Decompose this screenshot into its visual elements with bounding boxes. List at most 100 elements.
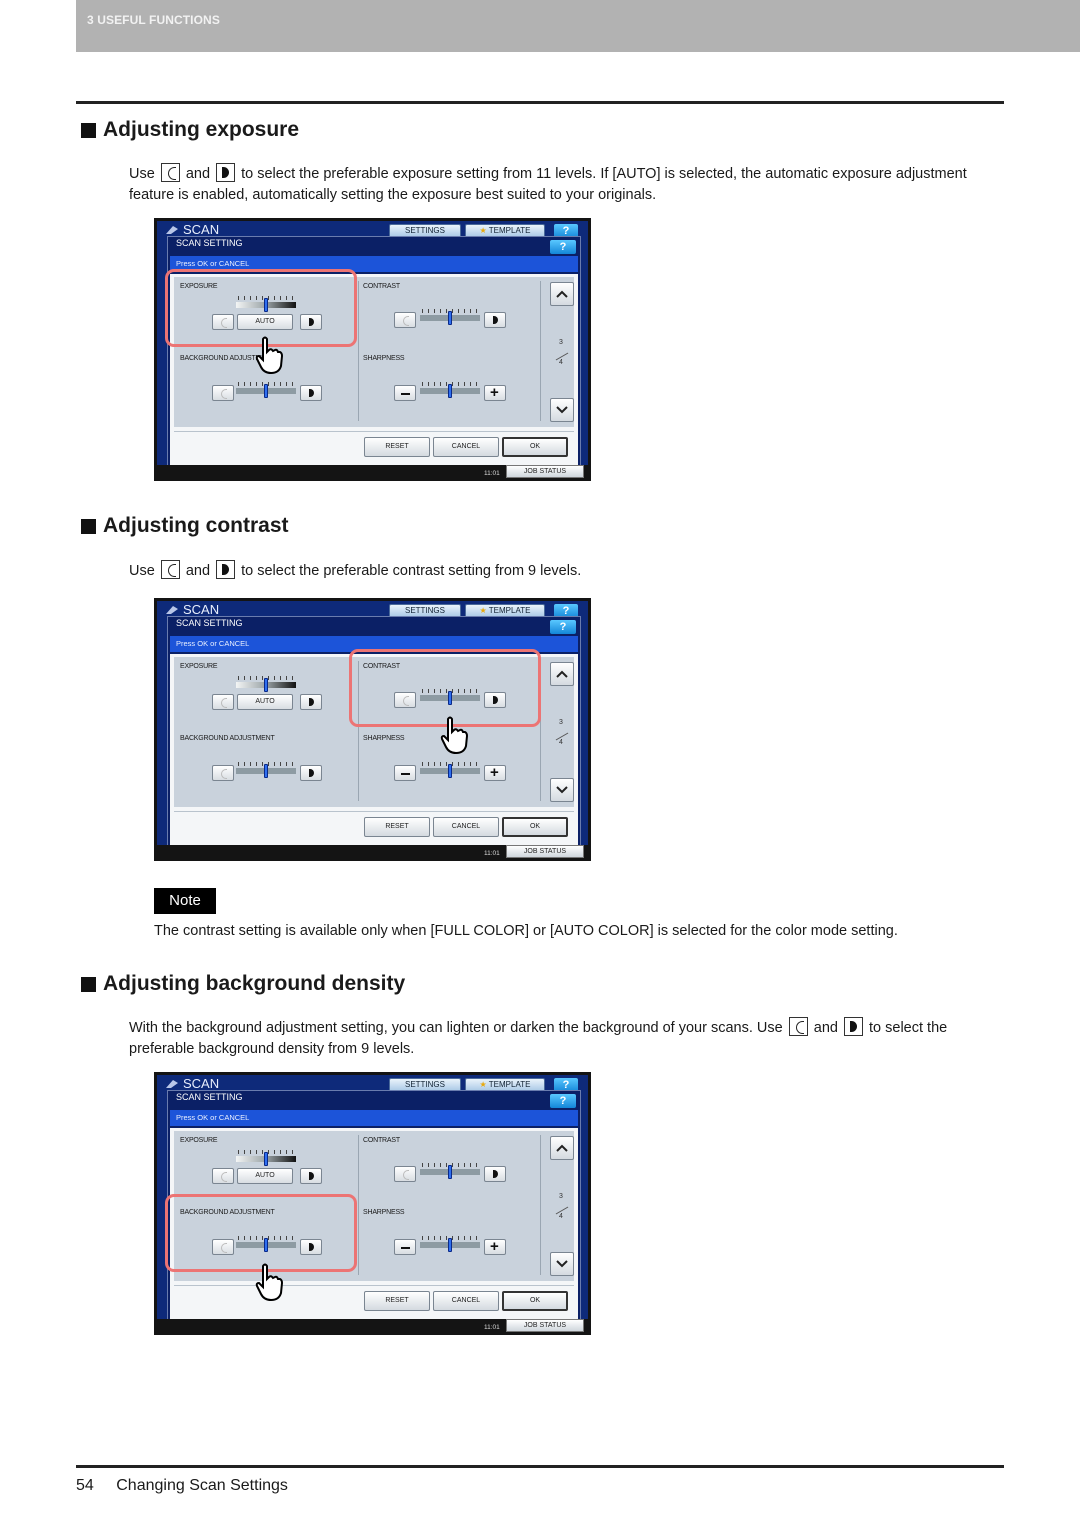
- lighter-icon: [160, 560, 180, 579]
- sharpness-ticks: [422, 382, 482, 386]
- background-ticks: [238, 762, 298, 766]
- dialog-help-button[interactable]: ?: [550, 620, 576, 634]
- star-icon: ★: [479, 226, 489, 235]
- template-label: TEMPLATE: [488, 606, 531, 615]
- exposure-lighter-button[interactable]: [212, 694, 234, 710]
- sharpness-label: SHARPNESS: [363, 355, 405, 362]
- star-icon: ★: [479, 606, 489, 615]
- divider: [174, 1285, 574, 1286]
- lighter-icon: [160, 163, 180, 182]
- para-text: With the background adjustment setting, …: [129, 1020, 783, 1036]
- exposure-darker-button[interactable]: [300, 1168, 322, 1184]
- page-down-button[interactable]: [550, 778, 574, 802]
- cancel-button[interactable]: CANCEL: [433, 1291, 499, 1311]
- background-slider-thumb[interactable]: [264, 764, 268, 778]
- page-up-button[interactable]: [550, 1136, 574, 1160]
- para-text: Use: [129, 166, 155, 182]
- contrast-ticks: [422, 1163, 482, 1167]
- divider: [358, 281, 359, 421]
- chapter-header-band: 3 USEFUL FUNCTIONS: [76, 0, 1080, 52]
- template-label: TEMPLATE: [488, 226, 531, 235]
- reset-button[interactable]: RESET: [364, 1291, 430, 1311]
- heading-text: Adjusting exposure: [103, 118, 300, 141]
- cancel-button[interactable]: CANCEL: [433, 437, 499, 457]
- screen-frame: SCAN SETTINGS ★ TEMPLATE ? SCAN SETTING …: [157, 221, 588, 478]
- sharpness-slider-thumb[interactable]: [448, 1238, 452, 1252]
- page-footer: 54 Changing Scan Settings: [76, 1477, 288, 1495]
- highlight-background: [165, 1194, 357, 1272]
- scan-logo-icon: [166, 1080, 178, 1088]
- square-bullet-icon: [81, 518, 96, 534]
- sharpness-slider-thumb[interactable]: [448, 384, 452, 398]
- dialog-help-button[interactable]: ?: [550, 240, 576, 254]
- background-lighter-button[interactable]: [212, 765, 234, 781]
- exposure-auto-button[interactable]: AUTO: [237, 1168, 293, 1184]
- page-number: 54: [76, 1477, 94, 1494]
- exposure-slider-thumb[interactable]: [264, 678, 268, 692]
- background-darker-button[interactable]: [300, 765, 322, 781]
- background-lighter-button[interactable]: [212, 385, 234, 401]
- page-total: 4: [559, 359, 563, 366]
- dialog-help-button[interactable]: ?: [550, 1094, 576, 1108]
- darker-icon: [216, 560, 236, 579]
- page-up-button[interactable]: [550, 662, 574, 686]
- exposure-darker-button[interactable]: [300, 694, 322, 710]
- section-heading-exposure: Adjusting exposure: [81, 118, 299, 142]
- exposure-paragraph: Use and to select the preferable exposur…: [129, 163, 1004, 206]
- message-bar: Press OK or CANCEL: [170, 1110, 578, 1126]
- cancel-button[interactable]: CANCEL: [433, 817, 499, 837]
- sharpness-minus-button[interactable]: [394, 1239, 416, 1255]
- reset-button[interactable]: RESET: [364, 437, 430, 457]
- scan-setting-screen-background: SCAN SETTINGS ★ TEMPLATE ? SCAN SETTING …: [154, 1072, 591, 1335]
- exposure-label: EXPOSURE: [180, 663, 218, 670]
- sharpness-minus-button[interactable]: [394, 765, 416, 781]
- exposure-slider-thumb[interactable]: [264, 1152, 268, 1166]
- ok-button[interactable]: OK: [502, 437, 568, 457]
- page-down-button[interactable]: [550, 1252, 574, 1276]
- screen-frame: SCAN SETTINGS ★ TEMPLATE ? SCAN SETTING …: [157, 601, 588, 858]
- ok-button[interactable]: OK: [502, 1291, 568, 1311]
- section-heading-contrast: Adjusting contrast: [81, 514, 289, 538]
- page-up-button[interactable]: [550, 282, 574, 306]
- sharpness-plus-button[interactable]: [484, 764, 506, 781]
- contrast-darker-button[interactable]: [484, 1166, 506, 1182]
- contrast-lighter-button[interactable]: [394, 1166, 416, 1182]
- message-text: Press OK or CANCEL: [176, 639, 250, 648]
- chapter-title: 3 USEFUL FUNCTIONS: [87, 13, 220, 27]
- status-strip: 11:01 JOB STATUS: [154, 1319, 591, 1335]
- exposure-auto-button[interactable]: AUTO: [237, 694, 293, 710]
- contrast-lighter-button[interactable]: [394, 312, 416, 328]
- exposure-lighter-button[interactable]: [212, 1168, 234, 1184]
- contrast-slider-thumb[interactable]: [448, 1165, 452, 1179]
- page-down-button[interactable]: [550, 398, 574, 422]
- square-bullet-icon: [81, 122, 96, 138]
- ok-button[interactable]: OK: [502, 817, 568, 837]
- sharpness-plus-button[interactable]: [484, 384, 506, 401]
- reset-button[interactable]: RESET: [364, 817, 430, 837]
- sharpness-ticks: [422, 1236, 482, 1240]
- sharpness-label: SHARPNESS: [363, 735, 405, 742]
- contrast-slider-thumb[interactable]: [448, 311, 452, 325]
- sharpness-slider-thumb[interactable]: [448, 764, 452, 778]
- lighter-icon: [788, 1017, 808, 1036]
- section-heading-background: Adjusting background density: [81, 972, 405, 996]
- contrast-darker-button[interactable]: [484, 312, 506, 328]
- message-text: Press OK or CANCEL: [176, 1113, 250, 1122]
- divider: [174, 431, 574, 432]
- background-slider-thumb[interactable]: [264, 384, 268, 398]
- sharpness-ticks: [422, 762, 482, 766]
- chevron-up-icon: [556, 290, 568, 298]
- dialog-title: SCAN SETTING: [176, 618, 243, 628]
- note-text: The contrast setting is available only w…: [154, 923, 898, 939]
- sharpness-minus-button[interactable]: [394, 385, 416, 401]
- star-icon: ★: [479, 1080, 489, 1089]
- background-darker-button[interactable]: [300, 385, 322, 401]
- exposure-label: EXPOSURE: [180, 1137, 218, 1144]
- template-label: TEMPLATE: [488, 1080, 531, 1089]
- job-status-button[interactable]: JOB STATUS: [506, 1319, 584, 1332]
- job-status-button[interactable]: JOB STATUS: [506, 465, 584, 478]
- sharpness-plus-button[interactable]: [484, 1238, 506, 1255]
- footer-title: Changing Scan Settings: [116, 1477, 288, 1494]
- dialog-title: SCAN SETTING: [176, 238, 243, 248]
- job-status-button[interactable]: JOB STATUS: [506, 845, 584, 858]
